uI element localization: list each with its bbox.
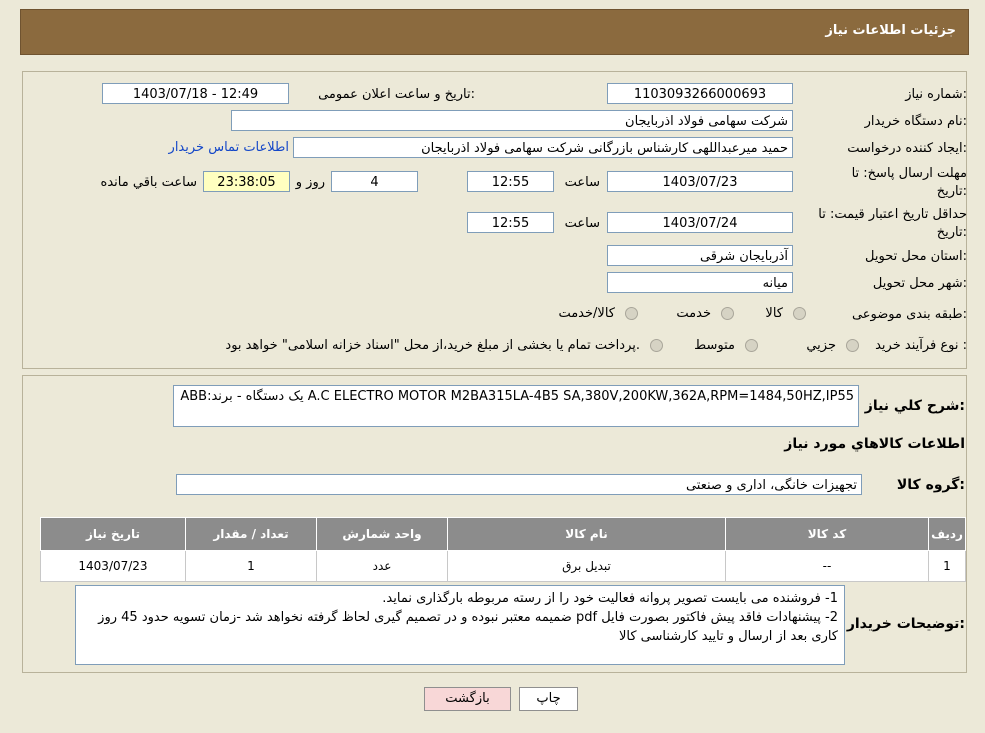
process-treasury-checkbox[interactable] — [650, 339, 663, 352]
goods-group-label: گروه کالا: — [896, 477, 965, 493]
category-service-radio[interactable] — [721, 307, 734, 320]
validity-time-field: 12:55 — [467, 212, 554, 233]
buyer-notes-label: توضیحات خریدار: — [846, 616, 965, 632]
description-field: A.C ELECTRO MOTOR M2BA315LA-4B5 SA,380V,… — [173, 385, 859, 427]
page-header: جزئیات اطلاعات نیاز — [20, 9, 969, 55]
col-item-code: کد کالا — [725, 517, 929, 551]
buyer-notes-line-1: 1- فروشنده می بایست تصویر پروانه فعالیت … — [382, 591, 838, 606]
process-label: نوع فرآیند خرید : — [875, 338, 967, 353]
announce-label: تاریخ و ساعت اعلان عمومی: — [318, 87, 475, 102]
validity-time-label: ساعت — [564, 216, 600, 231]
cell-item-name: تبدیل برق — [447, 550, 726, 582]
process-note: پرداخت تمام یا بخشی از مبلغ خرید،از محل … — [225, 338, 640, 353]
back-button[interactable]: بازگشت — [424, 687, 511, 711]
buyer-notes-line-2: 2- پیشنهادات فاقد پیش فاکتور بصورت فایل … — [98, 610, 838, 644]
table-header-row: ردیف کد کالا نام کالا واحد شمارش تعداد /… — [40, 517, 966, 551]
process-partial-label: جزيي — [806, 338, 836, 353]
col-need-date: تاریخ نیاز — [40, 517, 186, 551]
cell-row-number: 1 — [928, 550, 966, 582]
validity-label-1: حداقل تاریخ اعتبار قیمت: تا — [818, 207, 967, 222]
col-item-name: نام کالا — [447, 517, 726, 551]
validity-date-field: 1403/07/24 — [607, 212, 793, 233]
deadline-date-field: 1403/07/23 — [607, 171, 793, 192]
col-row-number: ردیف — [928, 517, 966, 551]
cell-need-date: 1403/07/23 — [40, 550, 186, 582]
validity-label-2: تاریخ: — [936, 225, 967, 240]
cell-unit: عدد — [316, 550, 448, 582]
category-label: طبقه بندی موضوعی: — [851, 307, 967, 322]
col-quantity: تعداد / مقدار — [185, 517, 317, 551]
process-medium-label: متوسط — [694, 338, 735, 353]
remaining-time-field: 23:38:05 — [203, 171, 290, 192]
category-both-radio[interactable] — [625, 307, 638, 320]
col-unit: واحد شمارش — [316, 517, 448, 551]
print-button[interactable]: چاپ — [519, 687, 578, 711]
buyer-notes-field: 1- فروشنده می بایست تصویر پروانه فعالیت … — [75, 585, 845, 665]
deadline-label-1: مهلت ارسال پاسخ: تا — [851, 166, 967, 181]
city-field: میانه — [607, 272, 793, 293]
goods-group-field: تجهیزات خانگی، اداری و صنعتی — [176, 474, 862, 495]
cell-quantity: 1 — [185, 550, 317, 582]
cell-item-code: -- — [725, 550, 929, 582]
city-label: شهر محل تحویل: — [872, 276, 967, 291]
category-service-label: خدمت — [676, 306, 711, 321]
deadline-time-label: ساعت — [564, 175, 600, 190]
goods-table: ردیف کد کالا نام کالا واحد شمارش تعداد /… — [40, 517, 966, 582]
deadline-label-2: تاریخ: — [936, 184, 967, 199]
process-partial-radio[interactable] — [846, 339, 859, 352]
remaining-label: ساعت باقي مانده — [100, 175, 197, 190]
need-number-field: 1103093266000693 — [607, 83, 793, 104]
page-title: جزئیات اطلاعات نیاز — [825, 23, 956, 38]
creator-field: حمید میرعبداللهی کارشناس بازرگانی شرکت س… — [293, 137, 793, 158]
goods-info-title: اطلاعات کالاهاي مورد نیاز — [784, 436, 965, 452]
description-label: شرح کلي نیاز: — [864, 398, 965, 414]
province-label: استان محل تحویل: — [865, 249, 967, 264]
province-field: آذربایجان شرقی — [607, 245, 793, 266]
process-medium-radio[interactable] — [745, 339, 758, 352]
creator-label: ایجاد کننده درخواست: — [847, 141, 967, 156]
buyer-org-label: نام دستگاه خریدار: — [864, 114, 967, 129]
announce-field: 1403/07/18 - 12:49 — [102, 83, 289, 104]
days-field: 4 — [331, 171, 418, 192]
buyer-contact-link[interactable]: اطلاعات تماس خریدار — [169, 140, 289, 155]
table-row: 1 -- تبدیل برق عدد 1 1403/07/23 — [40, 550, 966, 582]
deadline-time-field: 12:55 — [467, 171, 554, 192]
category-both-label: کالا/خدمت — [558, 306, 615, 321]
need-number-label: شماره نیاز: — [905, 87, 967, 102]
category-goods-label: کالا — [765, 306, 783, 321]
buyer-org-field: شرکت سهامی فولاد اذربایجان — [231, 110, 793, 131]
days-label: روز و — [295, 175, 325, 190]
category-goods-radio[interactable] — [793, 307, 806, 320]
